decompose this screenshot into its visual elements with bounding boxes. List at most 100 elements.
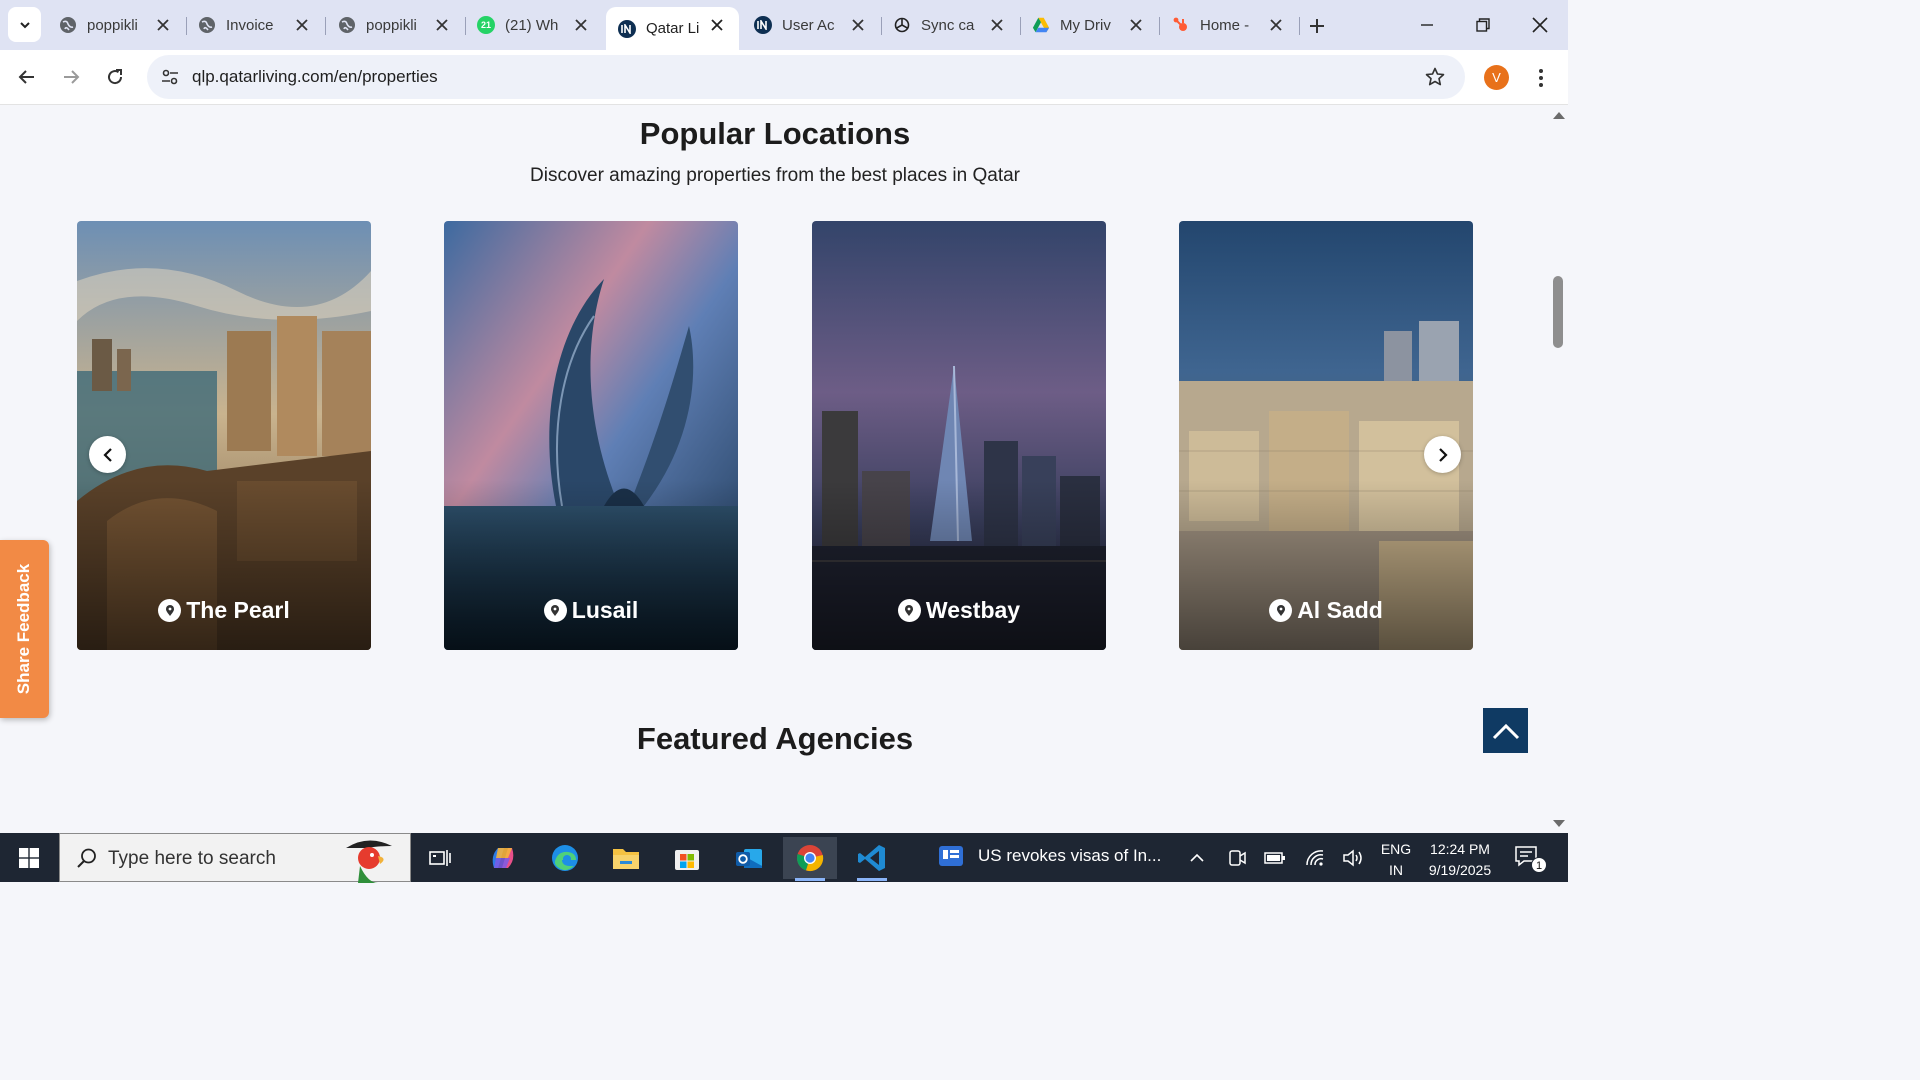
- tab-search-button[interactable]: [8, 7, 41, 42]
- close-icon[interactable]: [1266, 15, 1286, 35]
- openai-icon: [893, 16, 911, 34]
- location-card-lusail[interactable]: Lusail: [444, 221, 738, 650]
- back-to-top-button[interactable]: [1483, 708, 1528, 753]
- windows-logo-icon: [19, 847, 39, 868]
- new-tab-button[interactable]: [1304, 13, 1330, 39]
- taskbar-file-explorer[interactable]: [599, 837, 653, 879]
- task-view-button[interactable]: [413, 837, 467, 879]
- tab-title: My Driv: [1060, 16, 1111, 34]
- task-view-icon: [429, 850, 451, 866]
- close-icon[interactable]: [432, 15, 452, 35]
- tab-title: Sync ca: [921, 16, 975, 34]
- back-button[interactable]: [10, 60, 44, 94]
- close-icon[interactable]: [292, 15, 312, 35]
- arrow-right-icon: [64, 70, 80, 84]
- tab-google-drive[interactable]: My Driv: [1020, 7, 1160, 43]
- search-highlight-parrot-icon: [346, 840, 392, 883]
- notification-count-badge: 1: [1531, 857, 1547, 873]
- in-logo-icon: [618, 19, 636, 38]
- restore-button[interactable]: [1468, 10, 1498, 40]
- tab-user-account[interactable]: User Ac: [742, 7, 882, 43]
- browser-menu-button[interactable]: [1528, 64, 1554, 92]
- taskbar-clock[interactable]: 12:24 PM 9/19/2025: [1422, 839, 1498, 881]
- reload-button[interactable]: [98, 60, 132, 94]
- location-card-al-sadd[interactable]: Al Sadd: [1179, 221, 1473, 650]
- bookmark-star-icon[interactable]: [1423, 65, 1447, 89]
- tray-meet-now[interactable]: [1224, 845, 1250, 871]
- location-name: The Pearl: [186, 597, 290, 623]
- tab-invoice[interactable]: Invoice: [186, 7, 326, 43]
- google-drive-icon: [1032, 16, 1050, 34]
- scrollbar-thumb[interactable]: [1553, 276, 1563, 348]
- address-bar[interactable]: qlp.qatarliving.com/en/properties: [147, 55, 1465, 99]
- location-card-westbay[interactable]: Westbay: [812, 221, 1106, 650]
- whatsapp-badge: 21: [480, 20, 491, 30]
- tray-network[interactable]: [1302, 845, 1328, 871]
- tab-whatsapp[interactable]: 21 (21) Wh: [465, 7, 603, 43]
- tab-sync[interactable]: Sync ca: [881, 7, 1021, 43]
- tab-qatar-living[interactable]: Qatar Li: [606, 7, 739, 50]
- url-text[interactable]: qlp.qatarliving.com/en/properties: [192, 67, 438, 87]
- file-explorer-icon: [613, 849, 639, 869]
- map-pin-icon: [897, 599, 921, 622]
- notification-center-button[interactable]: 1: [1514, 845, 1547, 873]
- chrome-icon: [796, 845, 824, 872]
- card-shade: [812, 480, 1106, 650]
- forward-button[interactable]: [54, 60, 88, 94]
- close-icon[interactable]: [707, 15, 727, 35]
- taskbar-vscode[interactable]: [845, 837, 899, 881]
- close-icon[interactable]: [153, 15, 173, 35]
- chevron-down-icon: [19, 21, 30, 28]
- taskbar-search-box[interactable]: Type here to search: [59, 833, 411, 883]
- search-icon: [77, 848, 96, 868]
- popular-locations-subtitle: Discover amazing properties from the bes…: [530, 165, 1020, 186]
- close-icon[interactable]: [1126, 15, 1146, 35]
- whatsapp-icon: 21: [477, 16, 495, 34]
- taskbar-outlook[interactable]: [722, 837, 776, 879]
- taskbar-edge[interactable]: [538, 837, 592, 879]
- close-icon[interactable]: [987, 15, 1007, 35]
- share-feedback-button[interactable]: Share Feedback: [0, 540, 49, 718]
- close-window-button[interactable]: [1525, 10, 1555, 40]
- minimize-button[interactable]: [1412, 10, 1442, 40]
- tab-title: poppikli: [87, 16, 138, 34]
- taskbar-chrome[interactable]: [783, 837, 837, 881]
- show-hidden-icons-button[interactable]: [1184, 845, 1210, 871]
- speaker-icon: [1343, 849, 1362, 867]
- profile-avatar[interactable]: V: [1484, 65, 1509, 90]
- scroll-down-arrow-icon[interactable]: [1553, 820, 1565, 827]
- scroll-up-arrow-icon[interactable]: [1553, 112, 1565, 119]
- search-placeholder: Type here to search: [108, 848, 276, 869]
- clock-time: 12:24 PM: [1430, 841, 1490, 857]
- tab-strip: poppikli Invoice poppikli 21 (21) Wh Qat…: [0, 0, 1568, 50]
- tab-hubspot-home[interactable]: Home -: [1160, 7, 1300, 43]
- location-caption: Westbay: [812, 597, 1106, 624]
- location-card-the-pearl[interactable]: The Pearl: [77, 221, 371, 650]
- popular-locations-title: Popular Locations: [639, 116, 911, 151]
- page-scrollbar[interactable]: [1550, 106, 1568, 833]
- microsoft-store-icon: [675, 850, 699, 870]
- tray-battery[interactable]: [1262, 845, 1288, 871]
- location-name: Lusail: [571, 597, 639, 623]
- taskbar-microsoft-store[interactable]: [660, 837, 714, 879]
- close-icon[interactable]: [848, 15, 868, 35]
- site-info-icon[interactable]: [159, 66, 181, 88]
- hubspot-icon: [1172, 16, 1190, 34]
- tray-volume[interactable]: [1340, 845, 1366, 871]
- share-feedback-label: Share Feedback: [14, 563, 33, 695]
- globe-icon: [338, 16, 356, 34]
- reload-icon: [108, 69, 123, 85]
- close-icon[interactable]: [571, 15, 591, 35]
- input-language-indicator[interactable]: ENG IN: [1378, 839, 1414, 881]
- taskbar-news-widget[interactable]: US revokes visas of In...: [938, 844, 1161, 868]
- carousel-next-button[interactable]: [1424, 436, 1461, 473]
- vscode-icon: [858, 845, 885, 871]
- start-button[interactable]: [0, 833, 58, 882]
- restore-icon: [1476, 18, 1490, 32]
- tab-poppikli-2[interactable]: poppikli: [326, 7, 466, 43]
- tab-poppikli-1[interactable]: poppikli: [47, 7, 187, 43]
- location-caption: Lusail: [444, 597, 738, 624]
- taskbar-copilot[interactable]: [476, 837, 530, 879]
- carousel-prev-button[interactable]: [89, 436, 126, 473]
- outlook-icon: [736, 849, 762, 868]
